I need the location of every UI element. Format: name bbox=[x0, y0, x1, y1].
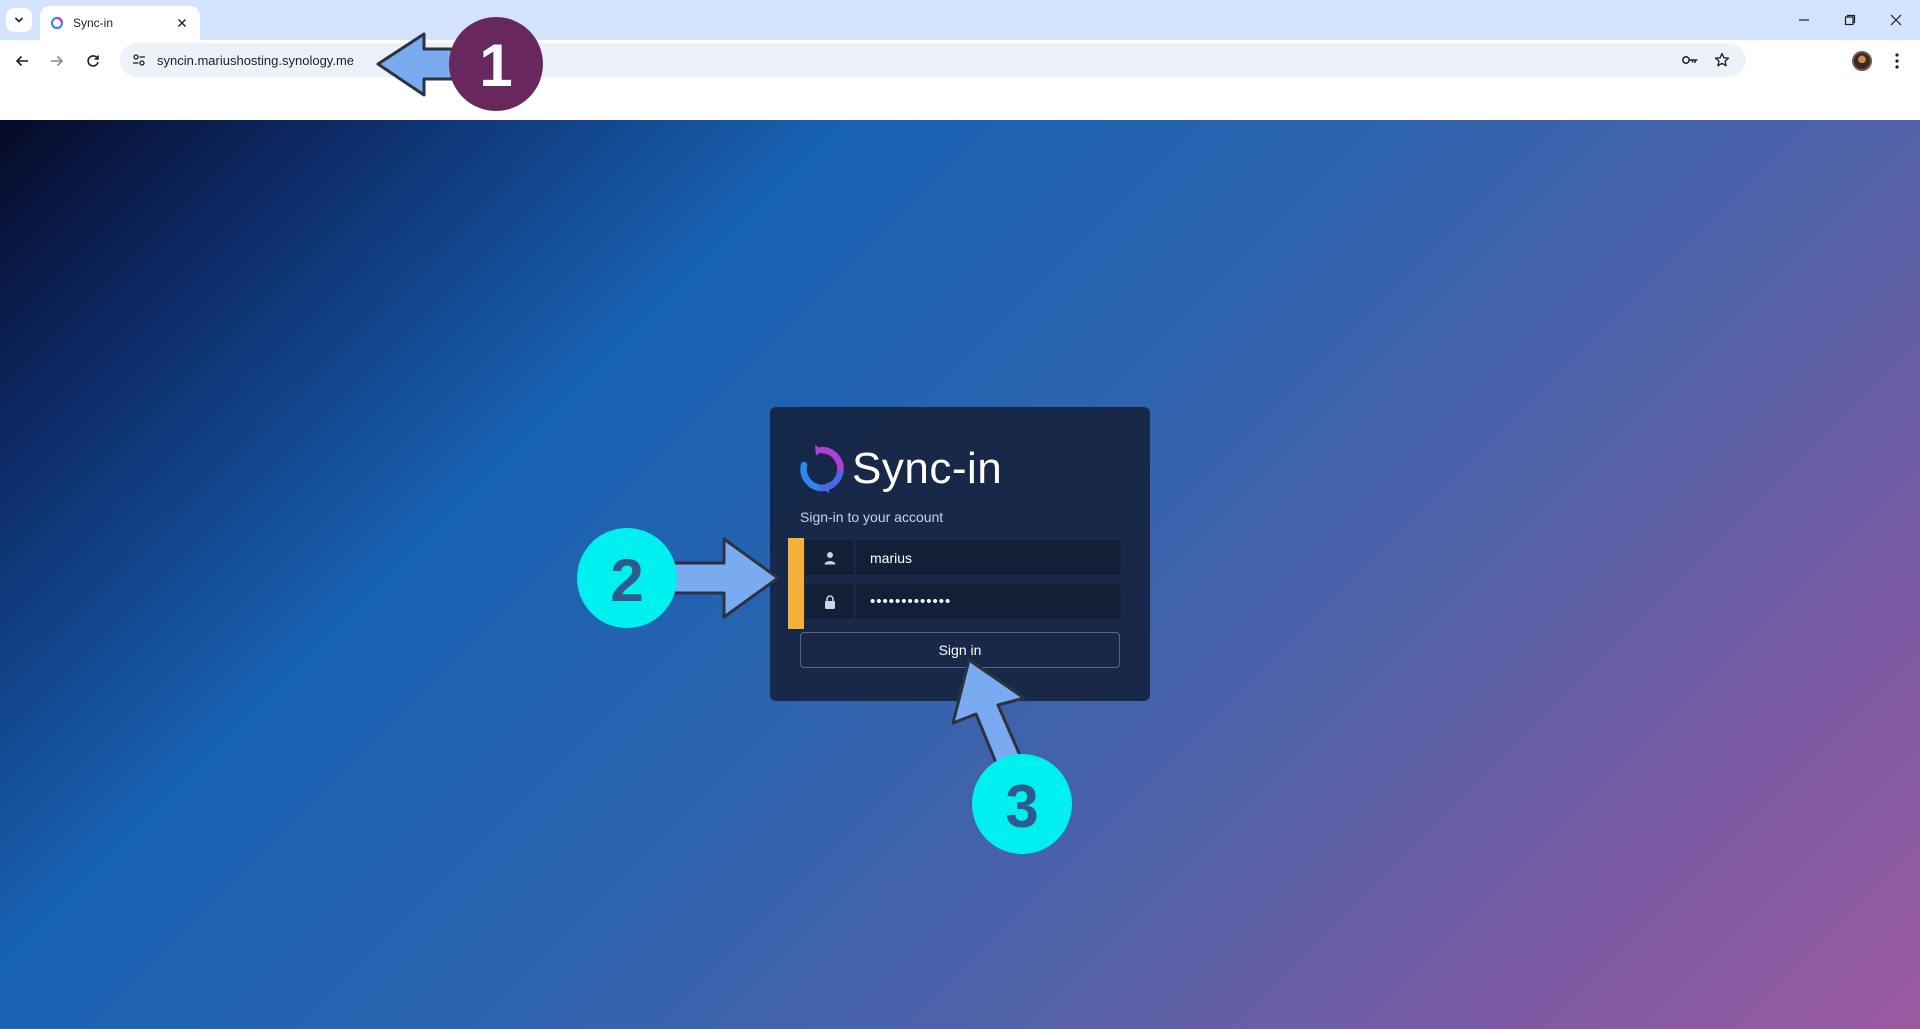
login-page-background: Sync-in Sign-in to your account Sign in bbox=[0, 120, 1920, 1029]
sync-in-logo-icon bbox=[800, 445, 844, 493]
reload-button[interactable] bbox=[80, 48, 106, 74]
bookmark-star-icon[interactable] bbox=[1711, 50, 1733, 70]
site-info-icon[interactable] bbox=[128, 50, 150, 70]
close-tab-icon[interactable] bbox=[174, 15, 190, 31]
back-button[interactable] bbox=[9, 48, 35, 74]
more-vertical-icon bbox=[1895, 53, 1899, 69]
url-text[interactable]: syncin.mariushosting.synology.me bbox=[157, 53, 354, 68]
brand-name: Sync-in bbox=[852, 444, 1003, 493]
browser-tabstrip: Sync-in bbox=[0, 0, 1920, 40]
browser-content-top-strip bbox=[0, 80, 1920, 120]
password-key-icon[interactable] bbox=[1679, 50, 1701, 70]
arrow-right-icon bbox=[51, 55, 64, 67]
address-bar[interactable]: syncin.mariushosting.synology.me bbox=[120, 43, 1746, 77]
restore-window-icon[interactable] bbox=[1837, 8, 1863, 32]
reload-icon bbox=[87, 55, 99, 67]
forward-button[interactable] bbox=[44, 48, 70, 74]
tab-search-button[interactable] bbox=[6, 8, 32, 32]
browser-toolbar: syncin.mariushosting.synology.me bbox=[0, 40, 1920, 80]
lock-icon bbox=[805, 584, 855, 619]
browser-menu-button[interactable] bbox=[1886, 49, 1908, 73]
chevron-down-icon bbox=[14, 17, 24, 23]
username-input[interactable] bbox=[855, 549, 1105, 566]
sign-in-button[interactable]: Sign in bbox=[800, 632, 1120, 668]
close-window-icon[interactable] bbox=[1883, 8, 1909, 32]
password-field[interactable] bbox=[804, 583, 1122, 620]
user-icon bbox=[805, 540, 855, 575]
sync-in-favicon-icon bbox=[50, 16, 64, 30]
brand-logo: Sync-in bbox=[798, 441, 1002, 497]
highlight-accent-bar bbox=[788, 538, 804, 629]
login-subtitle: Sign-in to your account bbox=[800, 509, 944, 525]
arrow-left-icon bbox=[15, 55, 28, 67]
tab-title: Sync-in bbox=[73, 16, 114, 30]
browser-tab-active[interactable]: Sync-in bbox=[40, 6, 200, 40]
login-card: Sync-in Sign-in to your account Sign in bbox=[770, 407, 1150, 701]
minimize-window-icon[interactable] bbox=[1791, 8, 1817, 32]
profile-avatar[interactable] bbox=[1852, 51, 1872, 71]
password-input[interactable] bbox=[855, 593, 1105, 610]
username-field[interactable] bbox=[804, 539, 1122, 576]
